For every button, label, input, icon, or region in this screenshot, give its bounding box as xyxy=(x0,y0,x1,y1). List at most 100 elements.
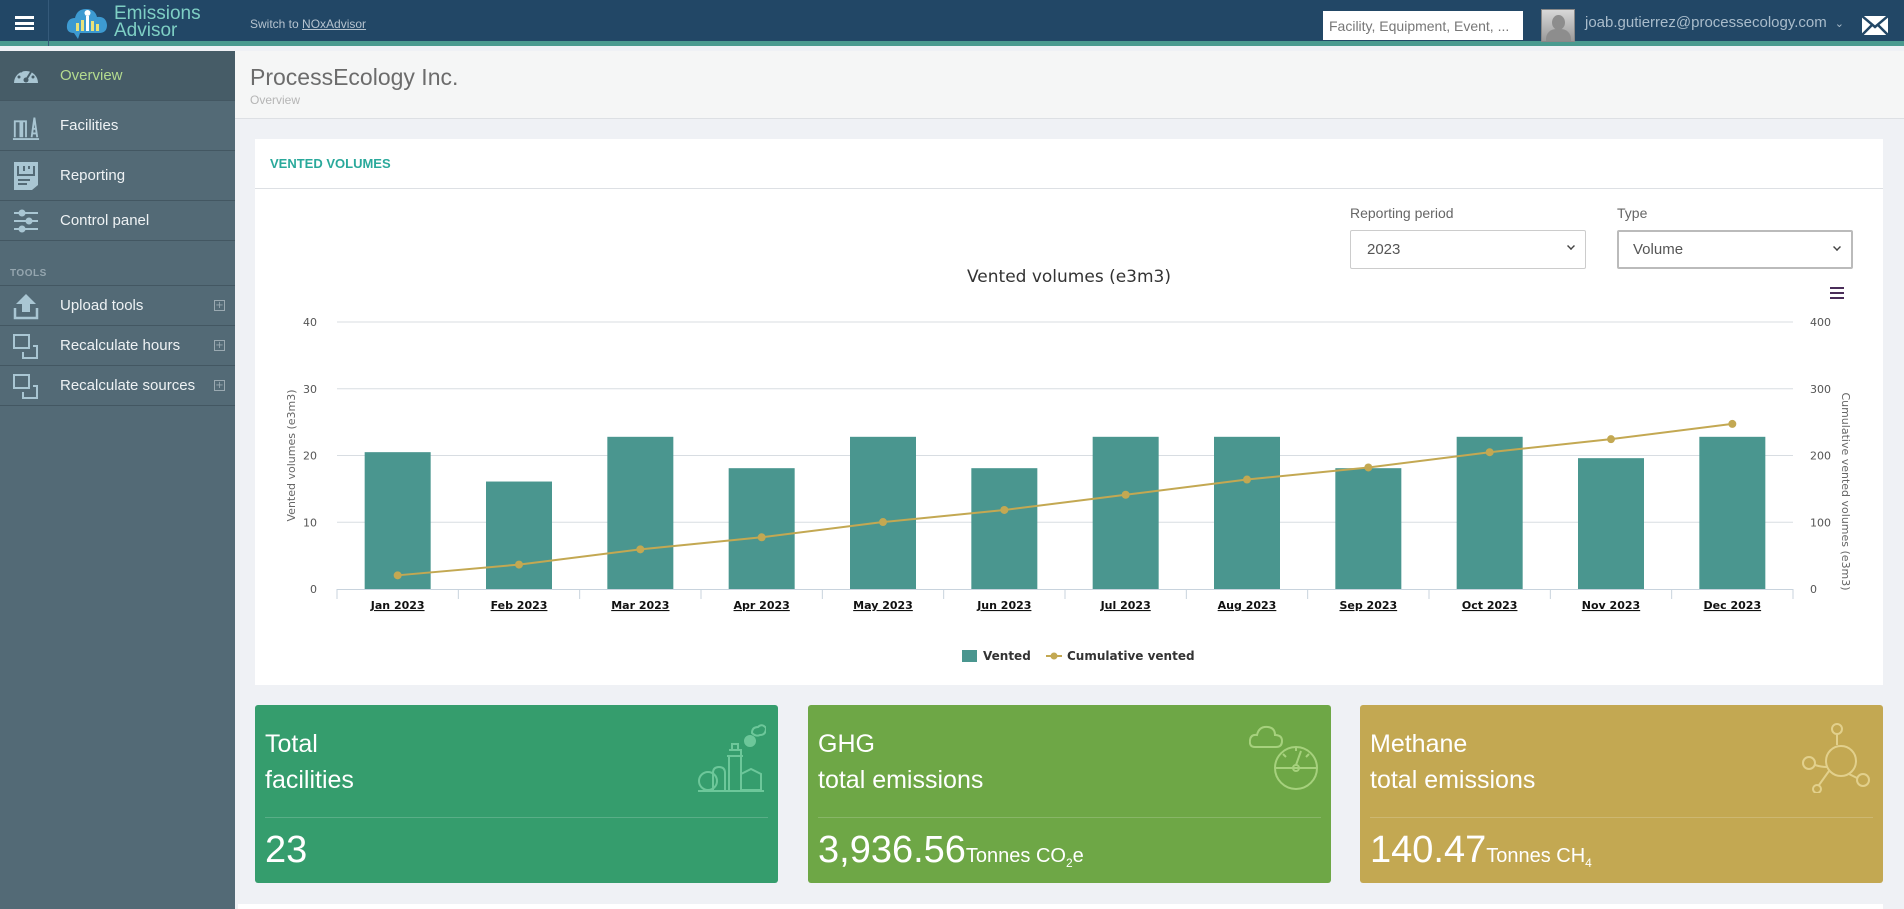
x-tick-label[interactable]: Dec 2023 xyxy=(1704,599,1762,612)
app-name-line2: Advisor xyxy=(114,20,178,41)
bar-vented xyxy=(971,468,1038,589)
chart-title: Vented volumes (e3m3) xyxy=(967,267,1171,287)
sidebar-item-reporting[interactable]: Reporting xyxy=(0,151,235,201)
kpi-card-methane[interactable]: Methane total emissions 140.47Tonnes CH4 xyxy=(1360,705,1883,883)
sliders-icon xyxy=(12,207,40,235)
kpi-value: 3,936.56Tonnes CO2e xyxy=(818,825,1084,888)
y2-axis-label: Cumulative vented volumes (e3m3) xyxy=(1839,392,1852,590)
y2-tick-label: 300 xyxy=(1810,383,1831,396)
mail-icon[interactable] xyxy=(1862,16,1888,35)
kpi-value-number: 140.47 xyxy=(1370,829,1487,871)
legend-label-cumulative[interactable]: Cumulative vented xyxy=(1067,649,1195,663)
cloud-gauge-icon xyxy=(1249,725,1318,790)
point-cumulative-vented xyxy=(636,545,645,554)
avatar[interactable] xyxy=(1541,9,1575,42)
app-logo[interactable]: Emissions Advisor xyxy=(64,3,201,41)
y-tick-label: 0 xyxy=(310,583,317,596)
sidebar-item-control-panel[interactable]: Control panel xyxy=(0,201,235,241)
x-tick-label[interactable]: Feb 2023 xyxy=(491,599,548,612)
sidebar-item-label: Overview xyxy=(60,67,123,84)
recalculate-icon xyxy=(12,332,40,360)
dashboard-gauge-icon xyxy=(12,62,40,90)
bar-vented xyxy=(1092,436,1159,589)
kpi-value-number: 23 xyxy=(265,829,308,871)
x-tick-label[interactable]: Jun 2023 xyxy=(976,599,1031,612)
y-tick-label: 20 xyxy=(303,450,317,463)
kpi-title-line2: facilities xyxy=(265,766,354,794)
sidebar: Overview Facilities Reporting Control pa… xyxy=(0,51,235,909)
card-title: VENTED VOLUMES xyxy=(270,156,391,171)
x-tick-label[interactable]: Sep 2023 xyxy=(1339,599,1397,612)
user-menu[interactable]: joab.gutierrez@processecology.com ⌄ xyxy=(1585,14,1844,31)
kpi-title: Total facilities xyxy=(265,726,354,798)
user-email: joab.gutierrez@processecology.com xyxy=(1585,14,1827,31)
sidebar-item-upload-tools[interactable]: Upload tools + xyxy=(0,286,235,326)
switch-app: Switch to NOxAdvisor xyxy=(250,17,366,31)
point-cumulative-vented xyxy=(1121,490,1130,499)
hamburger-icon xyxy=(14,16,34,30)
line-cumulative-vented xyxy=(397,422,1733,577)
next-panel-edge xyxy=(238,904,1883,909)
kpi-divider xyxy=(1370,817,1873,818)
tools-section-header: TOOLS xyxy=(0,241,235,286)
point-cumulative-vented xyxy=(393,571,402,580)
kpi-card-ghg[interactable]: GHG total emissions 3,936.56Tonnes CO2e xyxy=(808,705,1331,883)
sidebar-item-recalculate-sources[interactable]: Recalculate sources + xyxy=(0,366,235,406)
global-search-input[interactable] xyxy=(1323,11,1523,40)
y2-tick-label: 200 xyxy=(1810,450,1831,463)
x-tick-label[interactable]: Jan 2023 xyxy=(370,599,425,612)
kpi-title-line1: Total xyxy=(265,730,318,758)
cloud-chart-logo xyxy=(66,9,107,39)
expand-icon[interactable]: + xyxy=(214,380,225,391)
facility-icon xyxy=(698,724,766,792)
kpi-title: Methane total emissions xyxy=(1370,726,1535,798)
y2-tick-label: 100 xyxy=(1810,516,1831,529)
point-cumulative-vented xyxy=(1000,505,1009,514)
switch-prefix: Switch to xyxy=(250,17,303,31)
bar-vented xyxy=(1335,468,1402,589)
x-tick-label[interactable]: Aug 2023 xyxy=(1218,599,1277,612)
point-cumulative-vented xyxy=(1364,463,1373,472)
sidebar-item-label: Recalculate sources xyxy=(60,377,196,394)
x-tick-label[interactable]: Jul 2023 xyxy=(1100,599,1151,612)
bar-vented xyxy=(607,436,674,589)
y-axis-label: Vented volumes (e3m3) xyxy=(285,389,298,521)
sidebar-item-label: Control panel xyxy=(60,212,150,229)
bar-vented xyxy=(850,436,916,589)
kpi-divider xyxy=(265,817,768,818)
point-cumulative-vented xyxy=(757,533,766,542)
sidebar-item-recalculate-hours[interactable]: Recalculate hours + xyxy=(0,326,235,366)
sidebar-item-overview[interactable]: Overview xyxy=(0,51,235,101)
point-cumulative-vented xyxy=(1243,475,1251,484)
legend-label-vented[interactable]: Vented xyxy=(983,649,1031,663)
kpi-title-line1: Methane xyxy=(1370,730,1468,758)
point-cumulative-vented xyxy=(1728,419,1737,428)
y2-tick-label: 400 xyxy=(1810,316,1831,329)
x-tick-label[interactable]: Mar 2023 xyxy=(611,599,669,612)
app-name: Emissions Advisor xyxy=(114,4,201,41)
menu-toggle-button[interactable] xyxy=(0,0,49,46)
page-title: ProcessEcology Inc. xyxy=(250,64,459,90)
vented-volumes-chart: Vented volumes (e3m3) Jan 2023 Feb 2023 Ma… xyxy=(285,267,1852,663)
point-cumulative-vented xyxy=(879,518,887,527)
y-tick-label: 10 xyxy=(303,516,317,529)
x-tick-label[interactable]: May 2023 xyxy=(853,599,913,612)
sidebar-item-facilities[interactable]: Facilities xyxy=(0,101,235,151)
kpi-title-line1: GHG xyxy=(818,730,875,758)
breadcrumb: Overview xyxy=(250,93,301,107)
kpi-card-facilities[interactable]: Total facilities 23 xyxy=(255,705,778,883)
bar-vented xyxy=(728,468,795,589)
x-tick-label[interactable]: Oct 2023 xyxy=(1462,599,1518,612)
bar-vented xyxy=(1214,436,1280,589)
kpi-unit: Tonnes CH4 xyxy=(1486,845,1592,870)
y-tick-label: 30 xyxy=(303,383,317,396)
switch-noxadvisor-link[interactable]: NOxAdvisor xyxy=(302,17,366,31)
y-tick-label: 40 xyxy=(303,316,317,329)
kpi-unit: Tonnes CO2e xyxy=(965,845,1084,870)
vented-volumes-card: VENTED VOLUMES Reporting period 2023 Typ… xyxy=(255,139,1883,685)
expand-icon[interactable]: + xyxy=(214,300,225,311)
x-tick-label[interactable]: Apr 2023 xyxy=(734,599,790,612)
point-cumulative-vented xyxy=(1607,435,1615,444)
expand-icon[interactable]: + xyxy=(214,340,225,351)
x-tick-label[interactable]: Nov 2023 xyxy=(1582,599,1640,612)
